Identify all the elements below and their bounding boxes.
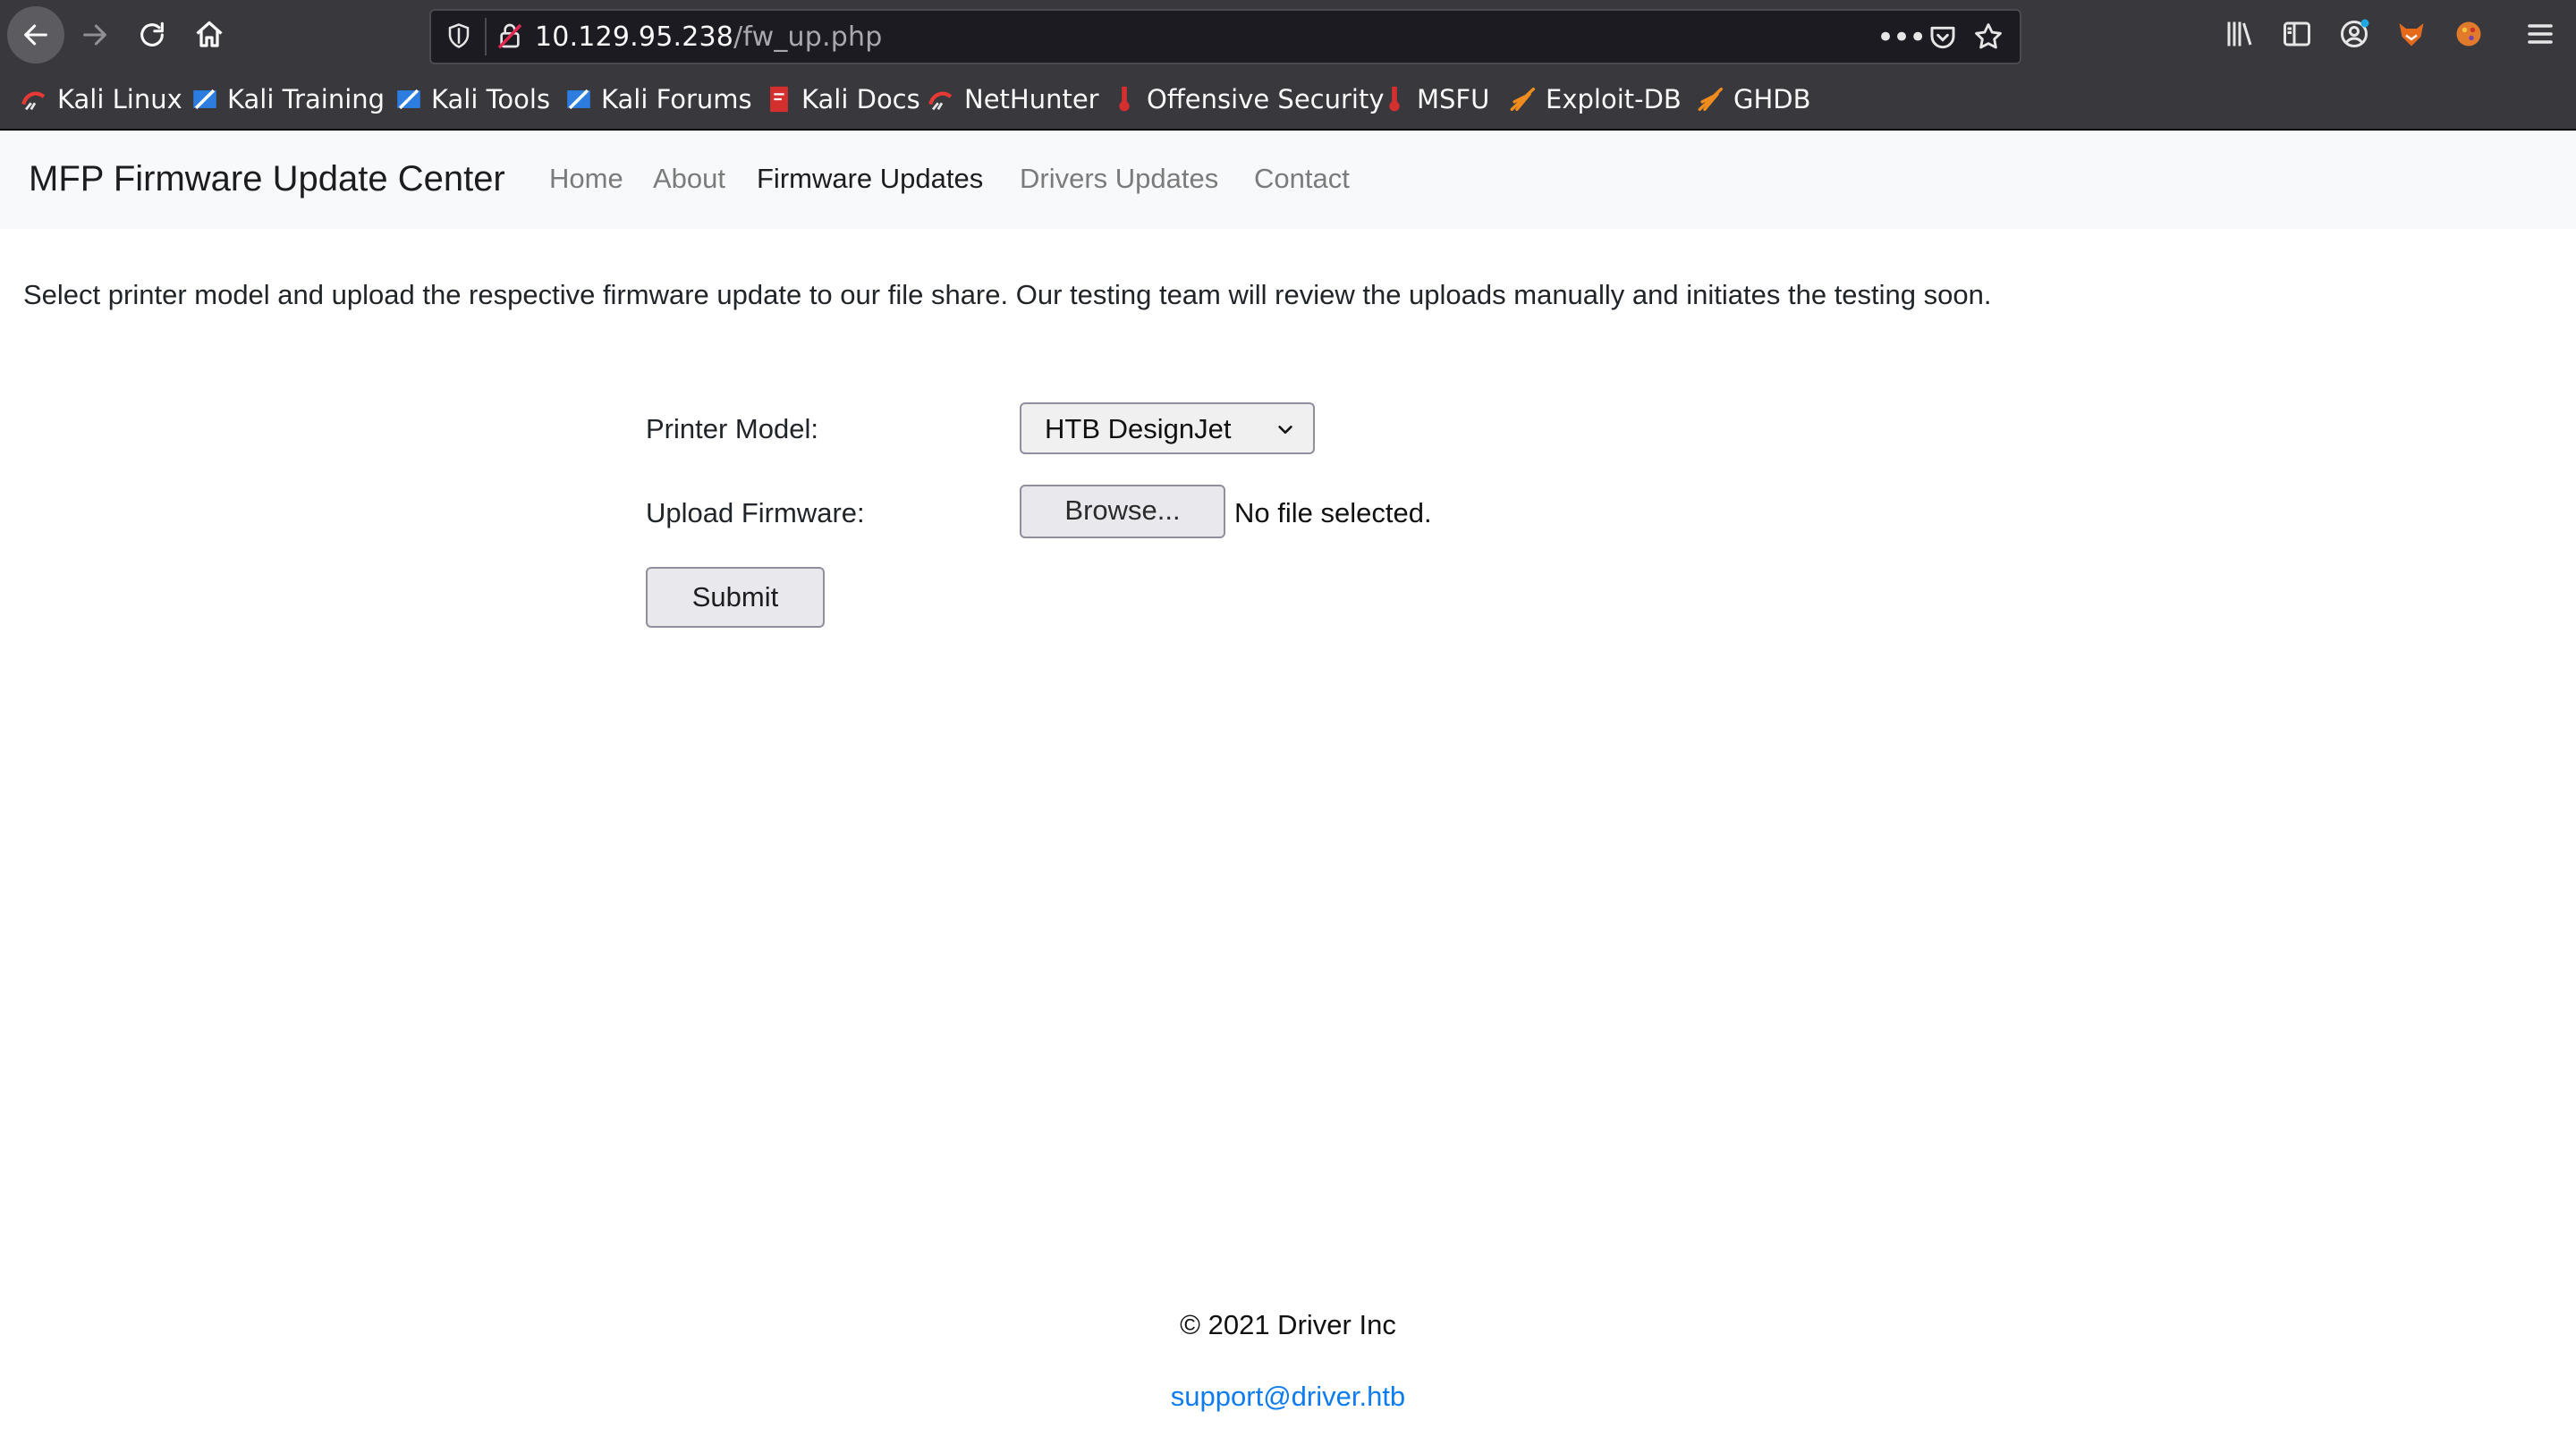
printer-model-label: Printer Model: [646, 413, 818, 444]
bookmark-label: Kali Forums [601, 84, 752, 114]
bookmark-msfu[interactable]: MSFU [1379, 82, 1489, 116]
sidebar-icon[interactable] [2281, 18, 2313, 50]
nethunter-icon [928, 91, 953, 111]
bookmark-label: Kali Linux [57, 84, 182, 114]
bookmark-offensive-security[interactable]: Offensive Security [1109, 82, 1385, 116]
nav-home[interactable]: Home [549, 163, 623, 195]
reload-button[interactable] [123, 6, 181, 63]
forward-button[interactable] [66, 6, 123, 63]
arrow-right-icon [83, 24, 106, 46]
bookmarks-toolbar: Kali Linux Kali Training Kali Tools Kali… [0, 70, 2576, 131]
bookmark-label: Offensive Security [1147, 84, 1385, 114]
back-button[interactable] [7, 6, 64, 63]
home-icon [196, 21, 223, 47]
account-icon[interactable] [2338, 18, 2370, 50]
nav-firmware-updates[interactable]: Firmware Updates [757, 163, 983, 195]
bookmark-nethunter[interactable]: NetHunter [927, 82, 1099, 116]
bookmark-exploit-db[interactable]: Exploit-DB [1508, 82, 1682, 116]
offsec-icon [1119, 86, 1130, 112]
support-email-link[interactable]: support@driver.htb [0, 1381, 2576, 1413]
bookmark-kali-forums[interactable]: Kali Forums [564, 82, 752, 116]
submit-button[interactable]: Submit [646, 567, 825, 628]
printer-model-value: HTB DesignJet [1045, 413, 1232, 444]
bookmark-kali-docs[interactable]: Kali Docs [764, 82, 920, 116]
printer-model-select[interactable]: HTB DesignJet [1020, 402, 1315, 454]
ghdb-icon [1698, 87, 1724, 112]
nav-contact[interactable]: Contact [1254, 163, 1350, 195]
url-bar[interactable]: 10.129.95.238/fw_up.php ••• [429, 9, 2021, 64]
bookmark-kali-tools[interactable]: Kali Tools [394, 82, 550, 116]
page-actions-menu-icon[interactable]: ••• [1877, 20, 1927, 55]
kali-dragon-icon [21, 91, 46, 111]
upload-firmware-label: Upload Firmware: [646, 497, 865, 528]
kali-training-icon [193, 89, 216, 110]
bookmark-star-icon[interactable] [1973, 21, 2004, 52]
bookmark-label: GHDB [1733, 84, 1811, 114]
home-button[interactable] [181, 6, 238, 63]
bookmark-kali-training[interactable]: Kali Training [190, 82, 385, 116]
bookmark-label: Kali Docs [801, 84, 920, 114]
bookmark-label: Exploit-DB [1546, 84, 1682, 114]
kali-docs-icon [770, 86, 788, 113]
bookmark-kali-linux[interactable]: Kali Linux [20, 82, 182, 116]
site-brand[interactable]: MFP Firmware Update Center [29, 159, 505, 199]
bookmark-ghdb[interactable]: GHDB [1696, 82, 1811, 116]
chevron-down-icon [1278, 426, 1292, 435]
nav-about[interactable]: About [653, 163, 725, 195]
bookmark-label: NetHunter [964, 84, 1099, 114]
url-separator [485, 18, 487, 55]
site-navbar: MFP Firmware Update Center Home About Fi… [0, 131, 2576, 229]
bookmark-label: MSFU [1417, 84, 1490, 114]
insecure-lock-icon[interactable] [496, 21, 524, 50]
msfu-icon [1389, 86, 1400, 112]
reload-icon [140, 21, 164, 46]
browser-toolbar: 10.129.95.238/fw_up.php ••• [0, 0, 2576, 70]
bookmark-label: Kali Training [227, 84, 386, 114]
footer-copyright: © 2021 Driver Inc [1180, 1309, 1396, 1340]
library-icon[interactable] [2224, 18, 2256, 50]
url-text[interactable]: 10.129.95.238/fw_up.php [535, 21, 882, 53]
file-status: No file selected. [1234, 497, 1432, 528]
extension-fox-icon[interactable] [2395, 18, 2428, 50]
url-host: 10.129.95.238 [535, 21, 734, 53]
arrow-left-icon [24, 24, 47, 46]
hamburger-menu-icon[interactable] [2524, 18, 2556, 50]
kali-forums-icon [567, 89, 590, 110]
intro-text: Select printer model and upload the resp… [23, 279, 1992, 310]
exploit-db-icon [1510, 87, 1536, 112]
nav-drivers-updates[interactable]: Drivers Updates [1020, 163, 1218, 195]
browse-button[interactable]: Browse... [1020, 485, 1225, 538]
url-path: /fw_up.php [733, 21, 883, 53]
bookmark-label: Kali Tools [431, 84, 551, 114]
kali-tools-icon [397, 89, 420, 110]
tracking-shield-icon[interactable] [445, 22, 472, 49]
extension-palette-icon[interactable] [2453, 18, 2485, 50]
pocket-icon[interactable] [1928, 23, 1957, 52]
